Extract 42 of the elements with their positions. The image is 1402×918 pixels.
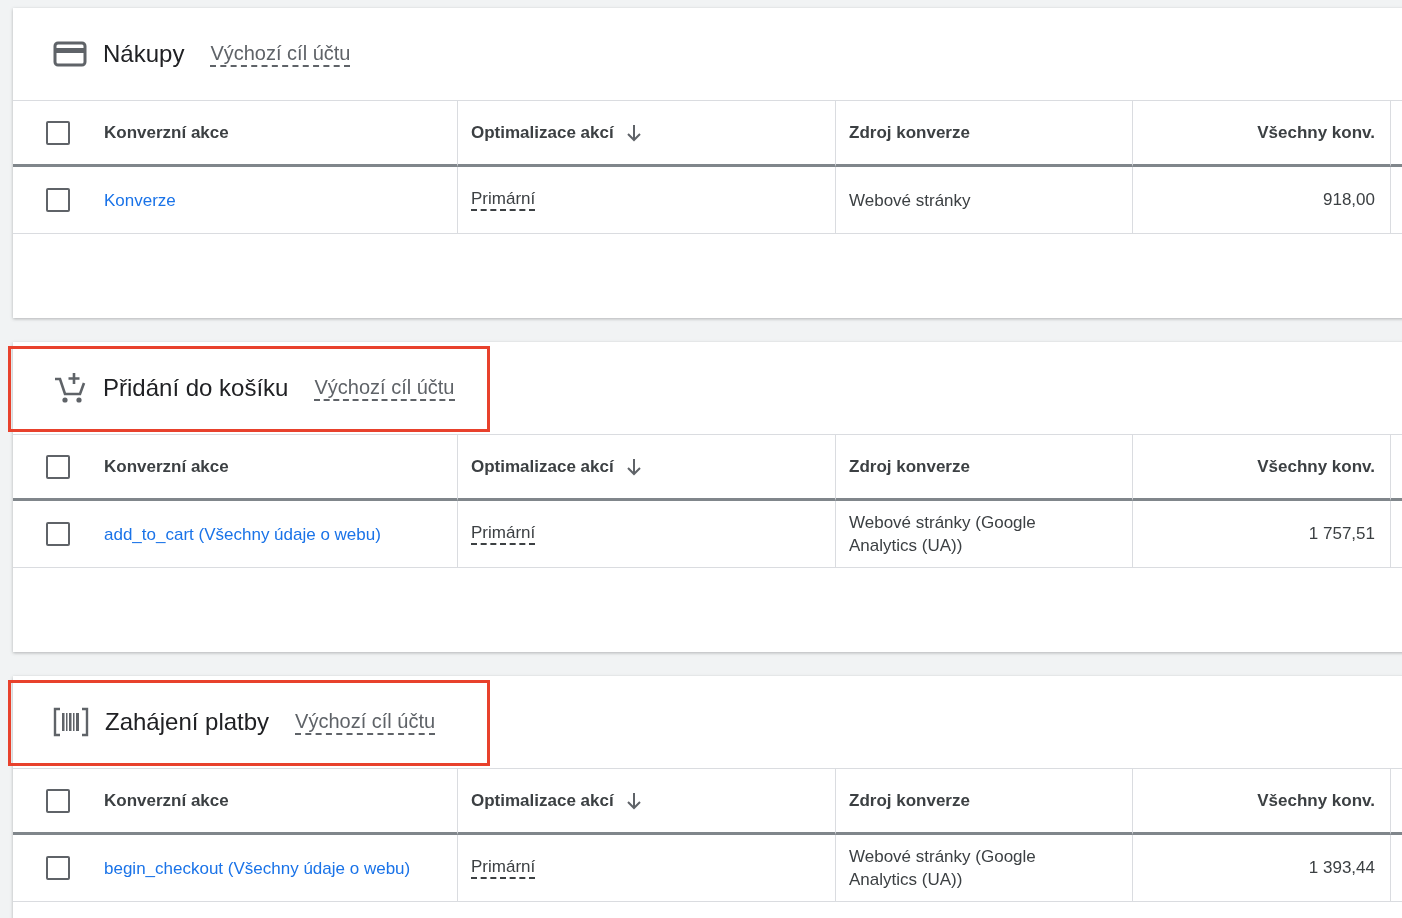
column-header[interactable]: Zdroj konverze xyxy=(849,122,970,143)
cart-plus-icon xyxy=(53,371,87,405)
select-all-checkbox[interactable] xyxy=(46,454,70,479)
column-header[interactable]: Optimalizace akcí xyxy=(471,122,614,143)
table-cell: Webové stránky (Google Analytics (UA)) xyxy=(835,835,1132,902)
column-header[interactable]: Všechny konv. xyxy=(1257,456,1375,477)
column-header[interactable]: Všechny konv. xyxy=(1257,122,1375,143)
column-header[interactable]: Všechny konv. xyxy=(1257,790,1375,811)
column-header[interactable]: Konverzní akce xyxy=(104,456,229,477)
column-header[interactable]: Optimalizace akcí xyxy=(471,790,614,811)
barcode-icon xyxy=(53,707,89,737)
column-header[interactable]: Optimalizace akcí xyxy=(471,456,614,477)
table-cell: 1 757,51 xyxy=(1132,501,1390,568)
column-header[interactable]: Zdroj konverze xyxy=(849,456,970,477)
table-cell: Webové stránky xyxy=(835,167,1132,234)
row-checkbox[interactable] xyxy=(46,188,70,212)
table-cell: 1 393,44 xyxy=(1132,835,1390,902)
goal-label[interactable]: Výchozí cíl účtu xyxy=(295,709,436,735)
conversion-action-link[interactable]: Konverze xyxy=(104,188,206,212)
select-all-checkbox[interactable] xyxy=(46,788,70,813)
sort-down-icon[interactable] xyxy=(625,123,642,142)
goal-label[interactable]: Výchozí cíl účtu xyxy=(210,41,351,67)
sort-down-icon[interactable] xyxy=(625,457,642,476)
column-header[interactable]: Konverzní akce xyxy=(104,790,229,811)
goal-label[interactable]: Výchozí cíl účtu xyxy=(314,375,455,401)
credit-card-icon xyxy=(53,41,87,67)
optimization-value[interactable]: Primární xyxy=(471,523,536,545)
optimization-value[interactable]: Primární xyxy=(471,189,536,211)
sort-down-icon[interactable] xyxy=(625,791,642,810)
select-all-checkbox[interactable] xyxy=(46,120,70,145)
column-header[interactable]: Zdroj konverze xyxy=(849,790,970,811)
section-title: Nákupy xyxy=(103,40,185,68)
table-cell: 918,00 xyxy=(1132,167,1390,234)
conversion-action-link[interactable]: add_to_cart (Všechny údaje o webu) xyxy=(104,522,411,546)
row-checkbox[interactable] xyxy=(46,522,70,546)
section-title: Přidání do košíku xyxy=(103,374,289,402)
optimization-value[interactable]: Primární xyxy=(471,857,536,879)
row-checkbox[interactable] xyxy=(46,856,70,880)
table-cell: Webové stránky (Google Analytics (UA)) xyxy=(835,501,1132,568)
column-header[interactable]: Konverzní akce xyxy=(104,122,229,143)
section-title: Zahájení platby xyxy=(105,708,270,736)
conversion-action-link[interactable]: begin_checkout (Všechny údaje o webu) xyxy=(104,856,441,880)
